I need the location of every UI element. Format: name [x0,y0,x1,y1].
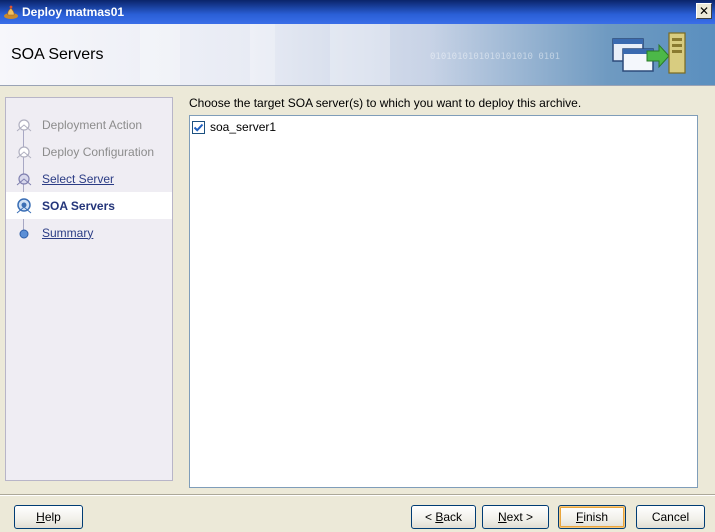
nav-item-summary[interactable]: Summary [6,219,172,246]
checkmark-icon [193,123,204,132]
window-title: Deploy matmas01 [22,5,125,19]
nav-link-label[interactable]: Summary [42,226,93,240]
close-icon: ✕ [698,4,710,18]
banner-stripe [140,24,180,85]
cancel-button[interactable]: Cancel [636,505,705,529]
help-button-label: Help [36,510,61,524]
banner-stripe [330,24,390,85]
wizard-body: Deployment Action Deploy Configuration S… [0,87,715,494]
app-icon [4,5,18,19]
finish-button-label: Finish [575,510,609,524]
step-pending-icon [16,119,32,132]
deploy-servers-icon [612,32,686,74]
nav-label: Deploy Configuration [42,144,155,159]
nav-item-deployment-action: Deployment Action [6,111,172,138]
finish-button[interactable]: Finish [558,505,626,529]
instruction-text: Choose the target SOA server(s) to which… [189,96,582,110]
step-current-icon [16,198,32,214]
nav-item-soa-servers[interactable]: SOA Servers [6,192,172,219]
step-visited-icon [16,173,32,186]
nav-label: Deployment Action [42,117,143,132]
nav-item-deploy-configuration: Deploy Configuration [6,138,172,165]
banner-binary-text: 0101010101010101010 0101 [430,52,561,62]
banner-stripe [250,24,275,85]
server-list[interactable]: soa_server1 [189,115,698,488]
next-button[interactable]: Next > [482,505,549,529]
page-title: SOA Servers [11,46,104,63]
step-pending-icon [16,146,32,159]
next-button-label: Next > [497,510,534,524]
nav-item-select-server[interactable]: Select Server [6,165,172,192]
nav-label: SOA Servers [42,198,115,213]
footer-divider [0,494,715,496]
server-checkbox[interactable] [192,120,205,134]
back-button-label: < Back [424,510,463,524]
help-button[interactable]: Help [14,505,83,529]
wizard-steps-nav: Deployment Action Deploy Configuration S… [5,97,173,481]
step-next-icon [19,229,29,239]
cancel-button-label: Cancel [651,510,690,524]
title-bar[interactable]: Deploy matmas01 ✕ [0,0,715,24]
header-banner: SOA Servers 0101010101010101010 0101 [0,24,715,86]
server-label: soa_server1 [210,120,277,134]
server-row[interactable]: soa_server1 [192,118,276,136]
nav-link-label[interactable]: Select Server [42,172,114,186]
back-button[interactable]: < Back [411,505,476,529]
close-button[interactable]: ✕ [696,3,712,19]
